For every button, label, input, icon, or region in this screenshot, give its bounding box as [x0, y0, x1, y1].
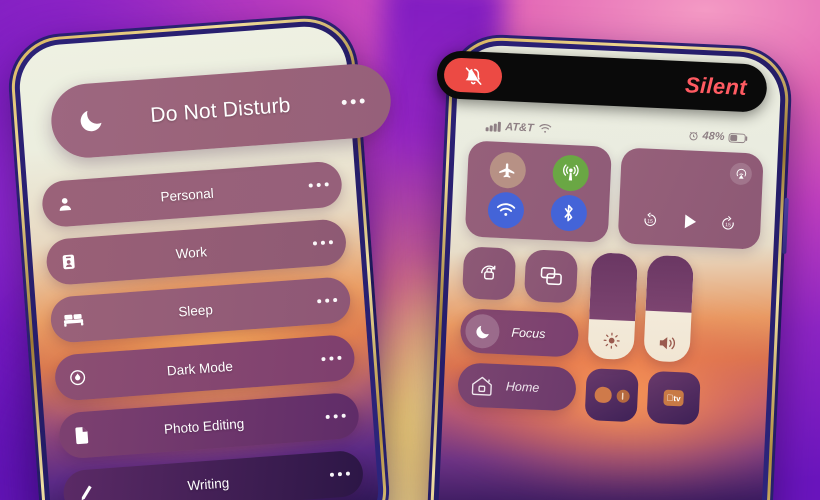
bluetooth-icon[interactable]: [549, 194, 588, 232]
focus-label: Dark Mode: [166, 358, 234, 379]
home-accessories-tile[interactable]: [584, 368, 639, 423]
focus-row-dark-mode[interactable]: Dark Mode: [53, 333, 357, 402]
skip-forward-15-icon[interactable]: 15: [719, 214, 737, 232]
focus-row-work[interactable]: Work: [45, 218, 348, 287]
play-icon[interactable]: [678, 210, 701, 233]
more-options-icon[interactable]: [341, 97, 365, 105]
more-options-icon[interactable]: [300, 239, 346, 246]
screen-mirroring-button[interactable]: [523, 249, 579, 304]
media-playback-tile[interactable]: 15 15: [617, 147, 764, 250]
focus-row-personal[interactable]: Personal: [40, 160, 344, 229]
focus-row-sleep[interactable]: Sleep: [49, 276, 352, 344]
wifi-icon[interactable]: [486, 191, 525, 229]
focus-modes-list: Personal Work Sleep Dark Mode Photo Edit…: [27, 159, 380, 500]
apple-tv-icon: tv: [663, 389, 684, 407]
apple-tv-remote-tile[interactable]: tv: [646, 370, 701, 426]
brightness-icon: [588, 330, 635, 351]
more-options-icon[interactable]: [313, 413, 359, 420]
alarm-clock-icon: [688, 130, 698, 141]
brightness-fill: [589, 252, 639, 321]
focus-label: Photo Editing: [163, 415, 245, 437]
battery-icon: [728, 132, 748, 144]
control-center: 15 15 Focus Home tv: [456, 140, 764, 437]
battery-percent: 48%: [702, 130, 725, 144]
media-controls: 15 15: [618, 207, 761, 235]
focus-label: Writing: [186, 474, 230, 493]
more-options-icon[interactable]: [308, 355, 354, 362]
focus-row-photo-editing[interactable]: Photo Editing: [57, 391, 361, 460]
cellular-antenna-icon[interactable]: [551, 154, 590, 192]
volume-slider[interactable]: [643, 254, 695, 363]
home-label: Home: [505, 379, 540, 395]
home-button[interactable]: Home: [457, 362, 577, 412]
control-center-row-1: 15 15: [464, 140, 764, 250]
focus-button[interactable]: Focus: [459, 308, 580, 358]
silent-label: Silent: [684, 72, 748, 100]
home-icon: [469, 373, 494, 397]
right-phone: AT&T 48% 15 15 Focus Home tv Silent: [425, 32, 794, 500]
focus-label: Personal: [159, 185, 215, 205]
wifi-icon: [538, 124, 552, 135]
control-center-row-2: Focus: [459, 246, 759, 365]
connectivity-tile[interactable]: [464, 140, 612, 243]
lamp-icon: [593, 386, 612, 404]
skip-back-15-icon[interactable]: 15: [642, 211, 660, 229]
more-options-icon[interactable]: [296, 181, 342, 188]
bell-slash-icon: [443, 57, 503, 94]
focus-label: Focus: [511, 325, 546, 342]
airplane-icon[interactable]: [488, 151, 527, 190]
focus-label: Work: [175, 243, 208, 262]
volume-fill: [645, 254, 695, 313]
cellular-bars-icon: [485, 121, 501, 132]
more-options-icon[interactable]: [304, 297, 350, 304]
thermostat-icon: [615, 388, 630, 403]
svg-text:15: 15: [647, 218, 653, 224]
left-phone: Personal Work Sleep Dark Mode Photo Edit…: [5, 11, 394, 500]
control-center-row-3: Home tv: [457, 362, 754, 427]
carrier-name: AT&T: [504, 121, 534, 135]
moon-icon: [464, 313, 501, 350]
right-phone-screen: AT&T 48% 15 15 Focus Home tv: [436, 43, 783, 500]
svg-text:15: 15: [725, 222, 731, 228]
page-title: Do Not Disturb: [149, 93, 292, 128]
focus-row-writing[interactable]: Writing: [61, 449, 365, 500]
focus-label: Sleep: [177, 301, 214, 320]
brightness-slider[interactable]: [587, 252, 639, 361]
screenshot-stage: Personal Work Sleep Dark Mode Photo Edit…: [0, 0, 820, 500]
speaker-icon: [644, 333, 691, 354]
airplay-icon[interactable]: [729, 162, 753, 186]
rotation-lock-button[interactable]: [461, 246, 517, 301]
more-options-icon[interactable]: [317, 470, 363, 477]
